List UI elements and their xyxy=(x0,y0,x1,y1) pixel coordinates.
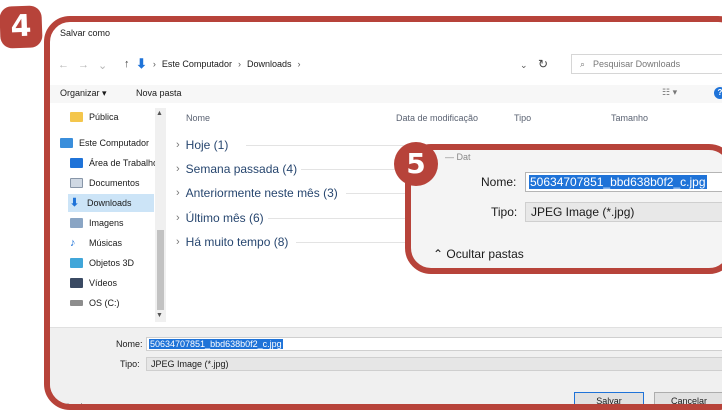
group-divider xyxy=(301,169,401,170)
sidebar-item-label: OS (C:) xyxy=(89,298,120,308)
zoom-callout: — Dat Nome: 50634707851_bbd638b0f2_c.jpg… xyxy=(405,144,722,274)
filename-value: 50634707851_bbd638b0f2_c.jpg xyxy=(149,339,283,349)
desktop-icon xyxy=(70,158,83,168)
navigation-pane: Pública Este Computador Área de Trabalho… xyxy=(50,108,168,322)
videos-icon xyxy=(70,278,83,288)
filename-input[interactable]: 50634707851_bbd638b0f2_c.jpg xyxy=(146,337,722,351)
step-4-badge: 4 xyxy=(0,5,43,49)
dialog-title: Salvar como xyxy=(60,28,111,38)
computer-icon xyxy=(60,138,73,148)
step-5-badge: 5 xyxy=(394,142,438,186)
sidebar-item-downloads[interactable]: ⬇ Downloads xyxy=(68,194,154,212)
chevron-right-icon: › xyxy=(297,59,301,69)
chevron-right-icon: › xyxy=(176,187,180,199)
sidebar-item-label: Área de Trabalho xyxy=(89,158,159,168)
search-icon: ⌕ xyxy=(580,58,586,69)
group-last-week[interactable]: › Semana passada (4) xyxy=(176,160,401,178)
save-form-panel: Nome: 50634707851_bbd638b0f2_c.jpg Tipo:… xyxy=(50,327,722,404)
sidebar-item-this-pc[interactable]: Este Computador xyxy=(60,134,164,152)
zoom-name-label: Nome: xyxy=(481,175,517,189)
breadcrumb-computer[interactable]: Este Computador xyxy=(162,59,232,69)
scroll-down-icon[interactable]: ▼ xyxy=(156,312,163,319)
group-divider xyxy=(346,193,406,194)
help-icon[interactable]: ? xyxy=(714,87,722,99)
search-input[interactable]: ⌕ Pesquisar Downloads xyxy=(571,54,722,74)
hide-folders-toggle[interactable]: Ocultar pastas xyxy=(64,402,122,404)
group-long-ago[interactable]: › Há muito tempo (8) xyxy=(176,233,406,251)
column-name[interactable]: Nome xyxy=(186,113,210,123)
sidebar-item-label: Documentos xyxy=(89,178,140,188)
save-button[interactable]: Salvar xyxy=(574,392,644,404)
group-last-month[interactable]: › Último mês (6) xyxy=(176,209,408,227)
music-icon: ♪ xyxy=(70,237,76,249)
breadcrumb[interactable]: ⬇ › Este Computador › Downloads › xyxy=(136,54,546,74)
column-size[interactable]: Tamanho xyxy=(611,113,648,123)
scroll-up-icon[interactable]: ▲ xyxy=(156,110,163,117)
zoom-hide-folders-label: Ocultar pastas xyxy=(446,247,524,261)
chevron-up-icon: ⌃ xyxy=(433,247,447,261)
sidebar-item-label: Músicas xyxy=(89,238,123,248)
sidebar-item-label: Este Computador xyxy=(79,138,150,148)
name-label: Nome: xyxy=(116,339,143,349)
back-arrow-icon[interactable]: ← xyxy=(58,59,69,71)
group-label: Semana passada (4) xyxy=(185,162,298,176)
zoom-file-type-value: JPEG Image (*.jpg) xyxy=(531,205,635,219)
chevron-right-icon: › xyxy=(152,59,156,69)
chevron-right-icon: › xyxy=(176,212,180,224)
chevron-right-icon: › xyxy=(237,59,241,69)
cropped-column-header: — Dat xyxy=(445,152,471,162)
group-label: Último mês (6) xyxy=(185,211,264,225)
view-options-icon[interactable]: ☷ ▾ xyxy=(662,87,677,98)
organize-button[interactable]: Organizar ▾ xyxy=(60,88,107,99)
documents-icon xyxy=(70,178,83,188)
navigation-scrollbar[interactable]: ▲ ▼ xyxy=(155,108,166,322)
recent-locations-chevron-icon[interactable]: ⌄ xyxy=(98,59,107,72)
zoom-file-type-select[interactable]: JPEG Image (*.jpg) xyxy=(525,202,722,222)
zoom-hide-folders[interactable]: ⌃ Ocultar pastas xyxy=(433,247,524,261)
toolbar: Organizar ▾ Nova pasta ☷ ▾ ? xyxy=(50,85,722,103)
file-type-select[interactable]: JPEG Image (*.jpg) xyxy=(146,357,722,371)
zoom-type-label: Tipo: xyxy=(491,205,518,219)
screenshot-stage: Salvar como ← → ⌄ ↑ ⬇ › Este Computador … xyxy=(0,0,722,411)
zoom-filename-input[interactable]: 50634707851_bbd638b0f2_c.jpg xyxy=(525,172,722,192)
chevron-right-icon: › xyxy=(176,139,180,151)
forward-arrow-icon[interactable]: → xyxy=(78,59,89,71)
cancel-button[interactable]: Cancelar xyxy=(654,392,722,404)
group-divider xyxy=(296,242,406,243)
sidebar-item-label: Imagens xyxy=(89,218,124,228)
downloads-icon: ⬇ xyxy=(69,197,80,209)
column-headers: Nome Data de modificação Tipo Tamanho xyxy=(168,111,722,127)
sidebar-item-label: Downloads xyxy=(87,198,132,208)
breadcrumb-downloads[interactable]: Downloads xyxy=(247,59,292,69)
objects-3d-icon xyxy=(70,258,83,268)
chevron-right-icon: › xyxy=(176,163,180,175)
scrollbar-thumb[interactable] xyxy=(157,230,164,310)
sidebar-item-label: Vídeos xyxy=(89,278,118,288)
search-placeholder: Pesquisar Downloads xyxy=(593,59,681,69)
column-type[interactable]: Tipo xyxy=(514,113,531,123)
group-divider xyxy=(246,145,406,146)
file-type-value: JPEG Image (*.jpg) xyxy=(151,359,229,369)
up-arrow-icon[interactable]: ↑ xyxy=(124,58,130,70)
downloads-icon: ⬇ xyxy=(136,56,147,71)
sidebar-item-label: Pública xyxy=(89,112,119,122)
folder-icon xyxy=(70,112,83,122)
images-icon xyxy=(70,218,83,228)
chevron-right-icon: › xyxy=(176,236,180,248)
group-label: Anteriormente neste mês (3) xyxy=(185,186,338,200)
address-bar-row: ← → ⌄ ↑ ⬇ › Este Computador › Downloads … xyxy=(50,51,722,79)
group-label: Há muito tempo (8) xyxy=(185,235,289,249)
address-dropdown-icon[interactable]: ⌄ xyxy=(520,60,528,71)
column-date-modified[interactable]: Data de modificação xyxy=(396,113,478,123)
group-label: Hoje (1) xyxy=(185,138,229,152)
sidebar-item-label: Objetos 3D xyxy=(89,258,135,268)
drive-icon xyxy=(70,300,83,306)
type-label: Tipo: xyxy=(120,359,140,369)
group-divider xyxy=(268,218,408,219)
new-folder-button[interactable]: Nova pasta xyxy=(136,88,182,98)
group-today[interactable]: › Hoje (1) xyxy=(176,136,406,154)
refresh-icon[interactable]: ↻ xyxy=(538,57,548,71)
group-earlier-this-month[interactable]: › Anteriormente neste mês (3) xyxy=(176,184,406,202)
zoom-filename-value: 50634707851_bbd638b0f2_c.jpg xyxy=(529,175,707,189)
